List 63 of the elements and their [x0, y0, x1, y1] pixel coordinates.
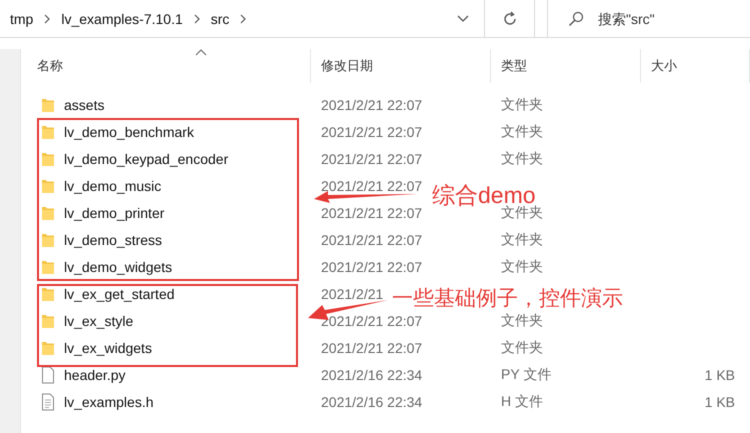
file-type: 文件夹	[501, 230, 543, 246]
modified-date: 2021/2/21 22:07	[321, 340, 422, 356]
chevron-icon	[192, 14, 201, 24]
dropdown-icon[interactable]	[457, 14, 470, 22]
sort-caret-icon	[195, 49, 207, 56]
breadcrumb[interactable]: lv_examples-7.10.1	[61, 10, 183, 26]
modified-date: 2021/2/21 22:07	[321, 232, 422, 248]
modified-date: 2021/2/21 22:07	[321, 204, 422, 220]
column-header[interactable]: 类型	[491, 49, 641, 83]
file-name[interactable]: lv_demo_stress	[64, 232, 162, 248]
file-name[interactable]: lv_demo_music	[64, 178, 162, 194]
modified-date: 2021/2/16 22:34	[321, 366, 422, 382]
annotation-text: 一些基础例子，控件演示	[392, 286, 623, 312]
file-name[interactable]: lv_demo_keypad_encoder	[64, 150, 228, 166]
file-name[interactable]: lv_ex_widgets	[64, 340, 152, 356]
file-name[interactable]: lv_ex_get_started	[64, 286, 175, 302]
breadcrumb[interactable]: src	[210, 10, 230, 26]
refresh-icon	[502, 10, 518, 26]
file-type: PY 文件	[501, 366, 552, 382]
file-name[interactable]: lv_demo_printer	[64, 204, 164, 220]
folder-icon	[41, 96, 55, 112]
breadcrumb[interactable]: tmp	[10, 10, 34, 26]
file-type: 文件夹	[501, 150, 543, 166]
column-header[interactable]: 修改日期	[311, 49, 491, 83]
modified-date: 2021/2/21 22:07	[321, 312, 422, 328]
file-name[interactable]: assets	[64, 96, 104, 112]
chevron-icon	[239, 14, 248, 24]
file-type: 文件夹	[501, 312, 543, 328]
file-size: 1 KB	[704, 366, 735, 382]
column-header[interactable]: 名称	[21, 49, 311, 83]
chevron-icon	[43, 14, 52, 24]
modified-date: 2021/2/16 22:34	[321, 394, 422, 410]
column-header[interactable]: 大小	[641, 49, 750, 83]
file-type: 文件夹	[501, 122, 543, 138]
file-name[interactable]: lv_demo_widgets	[64, 258, 172, 274]
folder-icon	[41, 286, 55, 302]
file-size: 1 KB	[704, 394, 735, 410]
file-type: 文件夹	[501, 204, 543, 220]
modified-date: 2021/2/21 22:07	[321, 258, 422, 274]
modified-date: 2021/2/21	[321, 286, 384, 302]
folder-icon	[41, 124, 55, 140]
folder-icon	[41, 178, 55, 194]
file-name[interactable]: lv_demo_benchmark	[64, 124, 194, 140]
folder-icon	[41, 232, 55, 248]
search-icon	[568, 10, 584, 26]
folder-icon	[41, 150, 55, 166]
file-name[interactable]: lv_ex_style	[64, 312, 134, 328]
file-name[interactable]: header.py	[64, 366, 126, 382]
modified-date: 2021/2/21 22:07	[321, 150, 422, 166]
folder-icon	[41, 204, 55, 220]
file-name[interactable]: lv_examples.h	[64, 394, 154, 410]
folder-icon	[41, 340, 55, 356]
document-icon	[41, 366, 55, 384]
file-type: H 文件	[501, 392, 543, 408]
file-type: 文件夹	[501, 258, 543, 274]
file-type: 文件夹	[501, 338, 543, 354]
modified-date: 2021/2/21 22:07	[321, 96, 422, 112]
modified-date: 2021/2/21 22:07	[321, 178, 422, 194]
folder-icon	[41, 258, 55, 274]
modified-date: 2021/2/21 22:07	[321, 124, 422, 140]
file-type: 文件夹	[501, 96, 543, 112]
text-document-icon	[41, 392, 55, 410]
folder-icon	[41, 312, 55, 328]
